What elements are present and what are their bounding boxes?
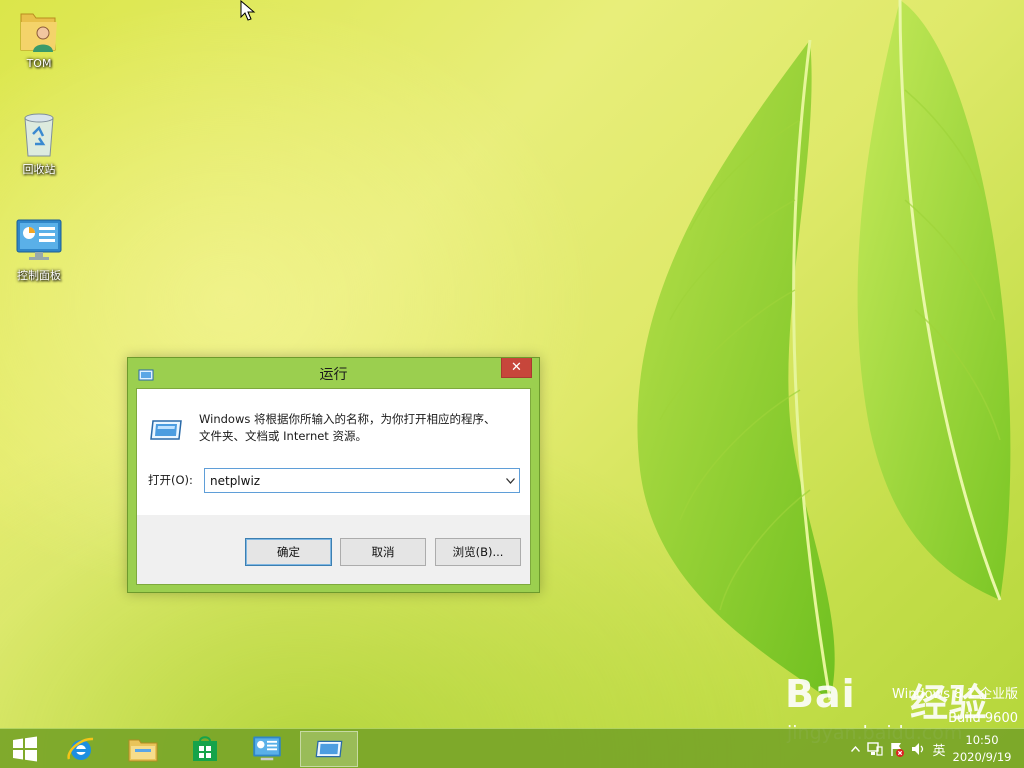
taskbar-file-explorer[interactable] [114,731,172,767]
user-folder-icon [15,6,63,54]
dialog-description: Windows 将根据你所输入的名称，为你打开相应的程序、 文件夹、文档或 In… [199,411,519,445]
start-icon [13,736,37,762]
browse-button[interactable]: 浏览(B)... [435,538,521,566]
control-panel-icon [15,216,63,264]
internet-explorer-icon [67,737,94,760]
taskbar-clock[interactable]: 10:50 2020/9/19 [944,732,1020,766]
dialog-title: 运行 [319,367,348,383]
run-program-icon [149,417,183,447]
action-center-flag-icon[interactable] [886,741,908,757]
desktop-icon-label: 控制面板 [17,269,61,282]
close-icon: ✕ [511,360,522,375]
system-tray: 英 [846,729,950,768]
open-input[interactable] [205,469,501,492]
mouse-cursor-icon [240,0,256,21]
close-button[interactable]: ✕ [501,358,532,378]
description-line: Windows 将根据你所输入的名称，为你打开相应的程序、 [199,412,496,426]
recycle-bin-icon [15,110,63,158]
volume-icon[interactable] [908,741,928,757]
open-label: 打开(O): [148,473,193,487]
clock-time: 10:50 [965,733,999,747]
leaf-wallpaper [637,0,1011,701]
windows-edition-watermark: Windows 8.1 企业版 Build 9600 [892,683,1018,731]
desktop-icon-label: 回收站 [22,163,56,176]
taskbar: 英 10:50 2020/9/19 [0,728,1024,768]
taskbar-store[interactable] [176,731,234,767]
desktop-icon-label: TOM [26,57,52,70]
run-dialog: 运行 ✕ Windows 将根据你所输入的名称，为你打开相应的程序、 文件夹、文… [127,357,540,593]
desktop-icon-recycle-bin[interactable]: 回收站 [1,110,77,177]
control-panel-icon [253,736,281,761]
run-icon [315,740,343,758]
taskbar-ie[interactable] [52,731,110,767]
file-explorer-icon [128,739,158,762]
open-combobox[interactable] [204,468,520,493]
edition-text: Windows 8.1 企业版 [892,687,1018,702]
desktop-icon-user[interactable]: TOM [1,6,77,70]
taskbar-run[interactable] [300,731,358,767]
baidu-logo: Bai [785,672,856,716]
description-line: 文件夹、文档或 Internet 资源。 [199,429,367,443]
desktop-icon-control-panel[interactable]: 控制面板 [1,216,77,283]
store-icon [193,736,217,761]
cancel-button[interactable]: 取消 [340,538,426,566]
taskbar-control-panel[interactable] [238,731,296,767]
chevron-down-icon[interactable] [501,469,519,492]
ok-button[interactable]: 确定 [245,538,332,566]
start-button[interactable] [0,731,50,767]
chevron-up-icon[interactable] [846,746,864,752]
dialog-titlebar[interactable]: 运行 ✕ [128,358,539,388]
dialog-body: Windows 将根据你所输入的名称，为你打开相应的程序、 文件夹、文档或 In… [136,388,531,585]
clock-date: 2020/9/19 [952,750,1012,764]
network-icon[interactable] [864,741,886,757]
